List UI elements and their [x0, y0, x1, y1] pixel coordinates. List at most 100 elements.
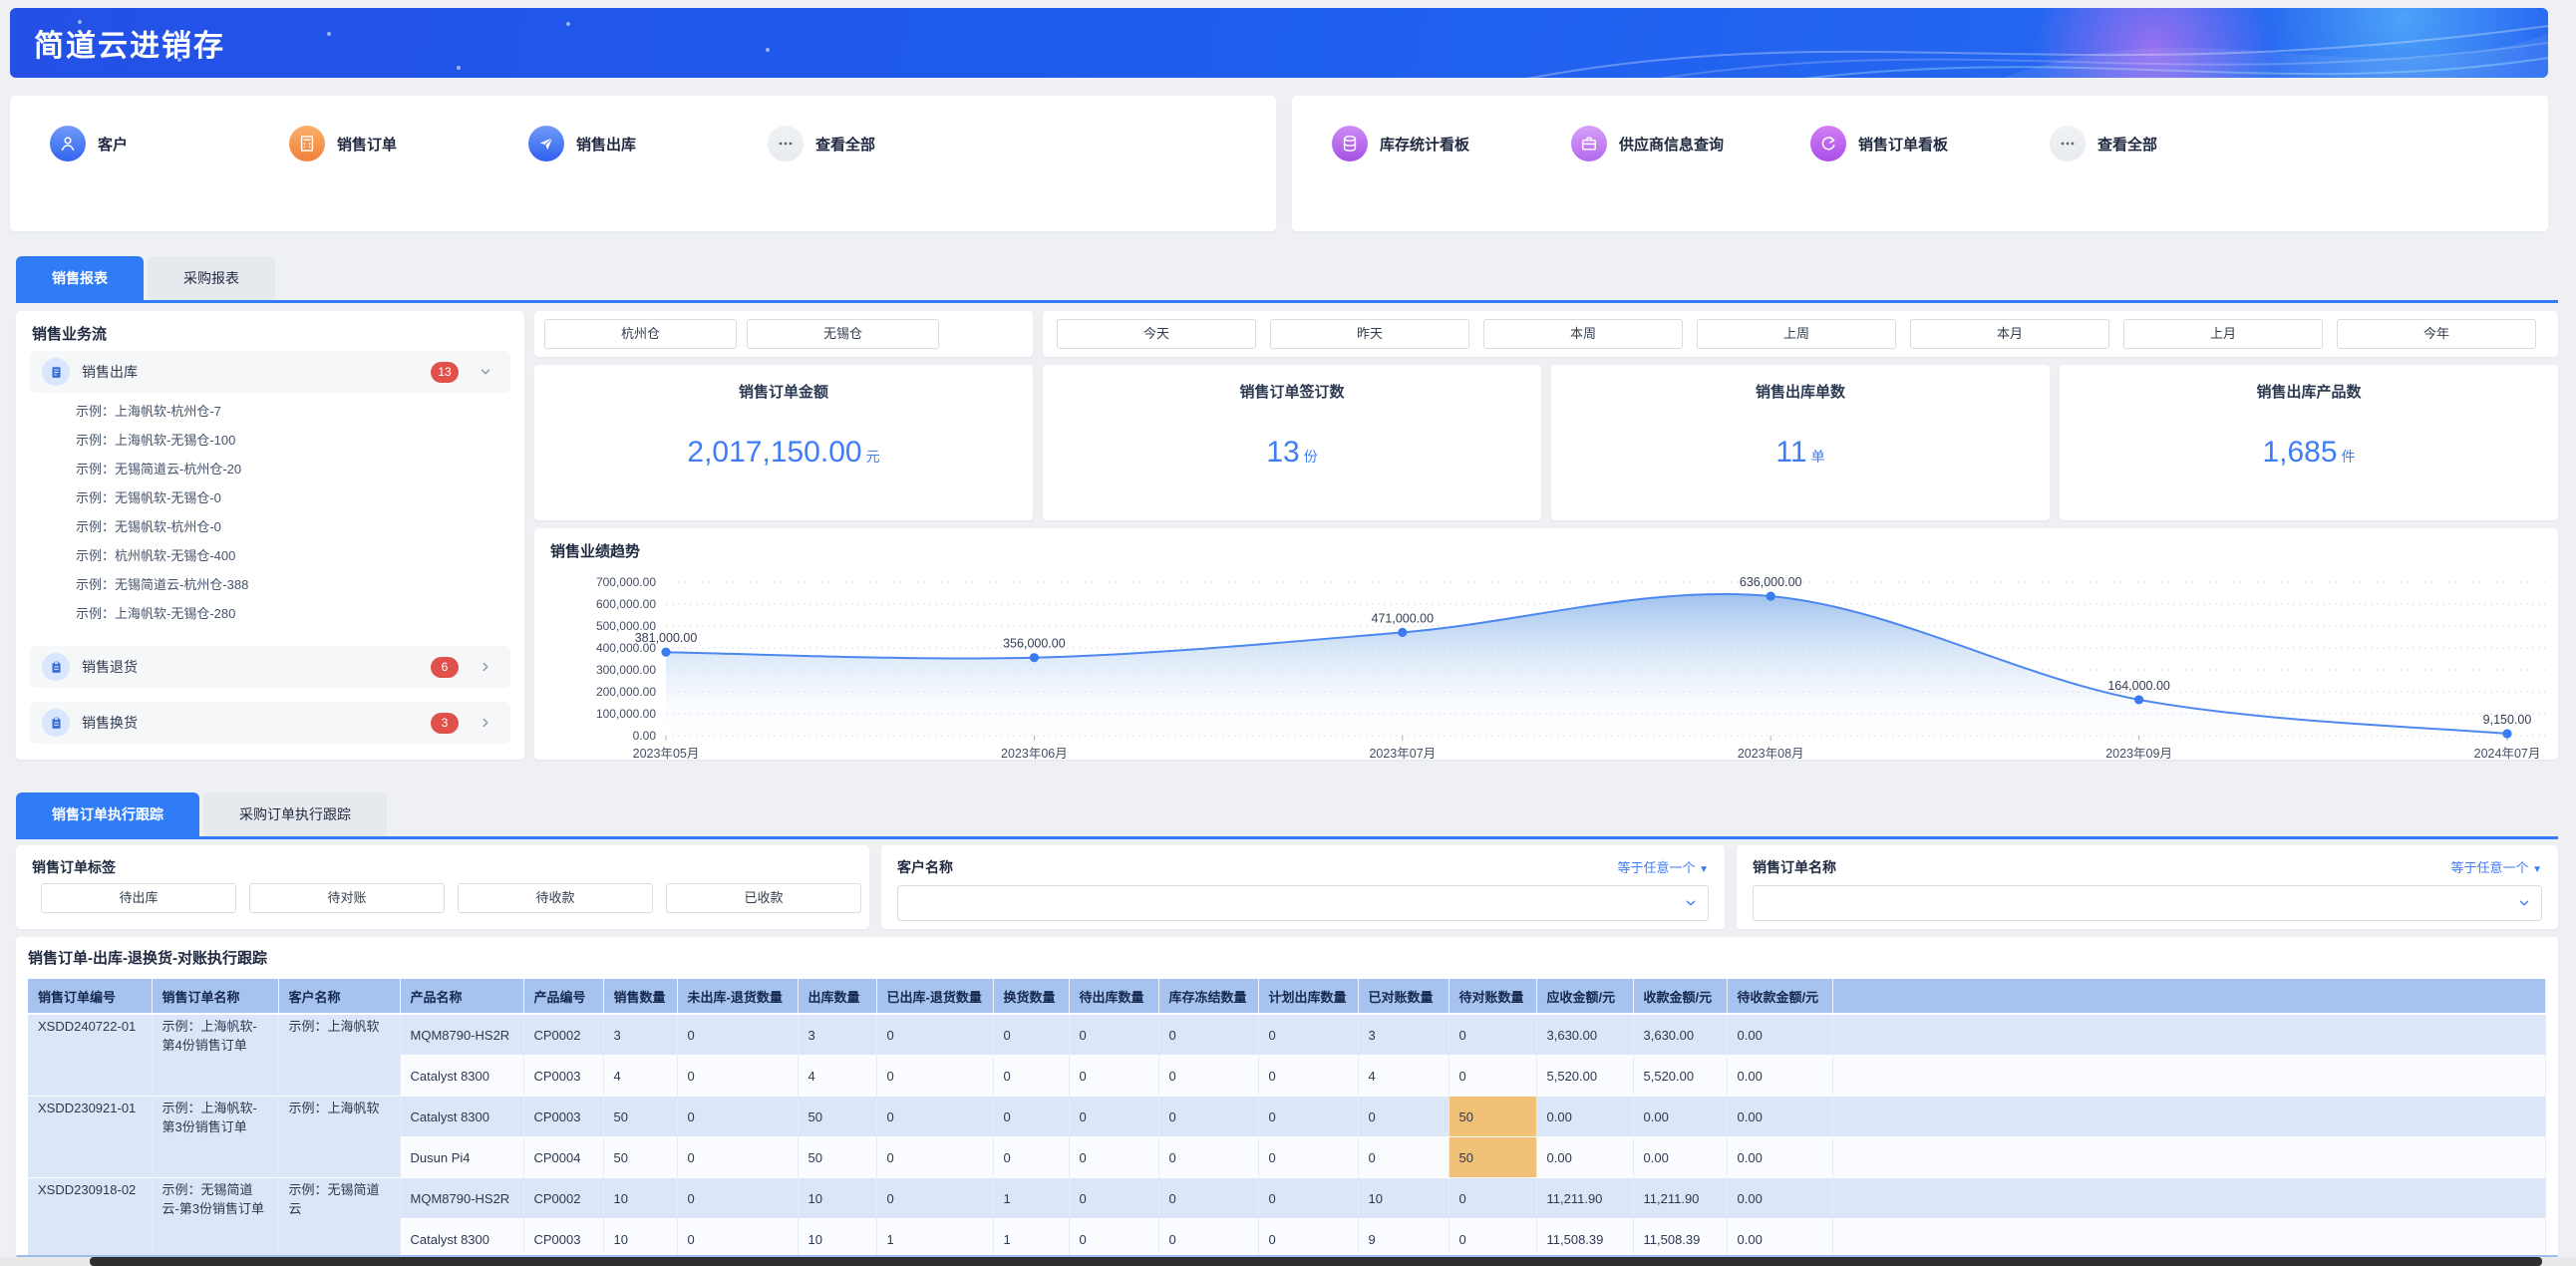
- kpi-label: 销售出库产品数: [2060, 381, 2558, 402]
- flow-group-label: 销售退货: [82, 657, 138, 677]
- flow-group-label: 销售换货: [82, 713, 138, 733]
- quick-link-1[interactable]: 库存统计看板: [1332, 126, 1571, 161]
- value-cell: 0: [1158, 1014, 1258, 1056]
- filter-button-本月[interactable]: 本月: [1910, 319, 2109, 349]
- value-cell: 11,508.39: [1633, 1219, 1727, 1259]
- filter-button-昨天[interactable]: 昨天: [1270, 319, 1469, 349]
- filter-button-待对账[interactable]: 待对账: [249, 883, 445, 913]
- value-cell: 10: [798, 1219, 876, 1259]
- filter-button-已收款[interactable]: 已收款: [666, 883, 861, 913]
- svg-text:200,000.00: 200,000.00: [596, 685, 656, 699]
- quick-link-2[interactable]: 销售订单: [289, 126, 528, 161]
- flow-sub-item[interactable]: 示例：上海帆软-杭州仓-7: [76, 397, 221, 426]
- horizontal-scrollbar-track[interactable]: [0, 1257, 2576, 1266]
- filter-button-今天[interactable]: 今天: [1057, 319, 1256, 349]
- svg-text:2023年05月: 2023年05月: [633, 747, 700, 760]
- report-tabbar: 销售报表采购报表: [16, 256, 279, 300]
- chevron-down-icon[interactable]: [479, 365, 492, 379]
- value-cell: 50: [1449, 1137, 1536, 1178]
- svg-text:9,150.00: 9,150.00: [2483, 713, 2532, 727]
- customer-name-cell: 示例：上海帆软: [278, 1097, 400, 1178]
- value-cell: 0: [1258, 1219, 1358, 1259]
- business-flow-title: 销售业务流: [32, 323, 107, 344]
- value-cell: 0: [1069, 1219, 1158, 1259]
- quick-link-3[interactable]: 销售出库: [528, 126, 768, 161]
- quick-link-2[interactable]: 供应商信息查询: [1571, 126, 1810, 161]
- value-cell: 0: [1258, 1178, 1358, 1219]
- product-code-cell: CP0002: [523, 1014, 603, 1056]
- order-name-operator-link[interactable]: 等于任意一个 ▼: [2450, 857, 2542, 876]
- flow-sub-item[interactable]: 示例：上海帆软-无锡仓-280: [76, 599, 235, 628]
- app-title: 简道云进销存: [34, 21, 225, 65]
- quick-links-right-card: 库存统计看板供应商信息查询销售订单看板查看全部: [1292, 96, 2548, 231]
- flow-group-销售换货[interactable]: 销售换货3: [30, 702, 510, 744]
- kanban-back-icon: [1810, 126, 1846, 161]
- flow-group-销售退货[interactable]: 销售退货 6: [30, 646, 510, 688]
- kpi-unit: 单: [1811, 449, 1825, 465]
- clipboard-icon: [42, 709, 70, 737]
- col-header: 应收金额/元: [1536, 979, 1633, 1014]
- filter-button-待出库[interactable]: 待出库: [41, 883, 236, 913]
- filter-button-今年[interactable]: 今年: [2337, 319, 2536, 349]
- horizontal-scrollbar-thumb[interactable]: [90, 1257, 2542, 1266]
- tab-采购报表[interactable]: 采购报表: [148, 256, 275, 300]
- order-name-cell: 示例：上海帆软-第3份销售订单: [152, 1097, 278, 1178]
- filler-cell: [1832, 1219, 2546, 1259]
- filter-button-上周[interactable]: 上周: [1697, 319, 1896, 349]
- value-cell: 10: [1358, 1178, 1449, 1219]
- count-badge: 6: [431, 657, 459, 678]
- quick-link-4[interactable]: 查看全部: [2050, 126, 2289, 161]
- kpi-card-4: 销售出库产品数 1,685件: [2060, 365, 2558, 520]
- order-name-select[interactable]: [1753, 885, 2542, 921]
- filter-button-本周[interactable]: 本周: [1483, 319, 1683, 349]
- tab-销售报表[interactable]: 销售报表: [16, 256, 144, 300]
- flow-sub-item[interactable]: 示例：无锡简道云-杭州仓-20: [76, 455, 241, 483]
- value-cell: 0: [876, 1137, 993, 1178]
- customer-select[interactable]: [897, 885, 1709, 921]
- tab-销售订单执行跟踪[interactable]: 销售订单执行跟踪: [16, 792, 199, 836]
- tab-采购订单执行跟踪[interactable]: 采购订单执行跟踪: [203, 792, 387, 836]
- customer-operator-link[interactable]: 等于任意一个 ▼: [1617, 857, 1709, 876]
- quick-link-3[interactable]: 销售订单看板: [1810, 126, 2050, 161]
- flow-sub-item[interactable]: 示例：上海帆软-无锡仓-100: [76, 426, 235, 455]
- sales-trend-chart-card: 销售业绩趋势 0.00100,000.00200,000.00300,000.0…: [534, 528, 2558, 760]
- kpi-unit: 元: [866, 449, 880, 465]
- value-cell: 3: [1358, 1014, 1449, 1056]
- quick-link-4[interactable]: 查看全部: [768, 126, 1007, 161]
- quick-link-label: 销售订单: [337, 134, 397, 155]
- date-filter-strip: 今天昨天本周上周本月上月今年: [1043, 311, 2558, 357]
- chart-title: 销售业绩趋势: [550, 540, 640, 561]
- value-cell: 0: [677, 1137, 798, 1178]
- quick-link-1[interactable]: 客户: [50, 126, 289, 161]
- kpi-value: 1,685件: [2060, 436, 2558, 470]
- chevron-right-icon[interactable]: [479, 660, 492, 674]
- flow-group-销售出库[interactable]: 销售出库13: [30, 351, 510, 393]
- value-cell: 0: [1158, 1219, 1258, 1259]
- flow-sub-item[interactable]: 示例：无锡帆软-杭州仓-0: [76, 512, 221, 541]
- col-header-filler: [1832, 979, 2546, 1014]
- kpi-unit: 件: [2342, 449, 2356, 465]
- value-cell: 50: [1449, 1097, 1536, 1137]
- col-header: 销售订单名称: [152, 979, 278, 1014]
- flow-sub-item[interactable]: 示例：杭州帆软-无锡仓-400: [76, 541, 235, 570]
- value-cell: 0: [993, 1014, 1069, 1056]
- filter-button-上月[interactable]: 上月: [2123, 319, 2323, 349]
- filler-cell: [1832, 1178, 2546, 1219]
- col-header: 待收款金额/元: [1727, 979, 1832, 1014]
- value-cell: 0: [677, 1014, 798, 1056]
- filter-button-杭州仓[interactable]: 杭州仓: [544, 319, 737, 349]
- flow-sub-item[interactable]: 示例：无锡简道云-杭州仓-388: [76, 570, 248, 599]
- filter-button-待收款[interactable]: 待收款: [458, 883, 653, 913]
- filler-cell: [1832, 1137, 2546, 1178]
- flow-sub-item[interactable]: 示例：无锡帆软-无锡仓-0: [76, 483, 221, 512]
- value-cell: 0: [993, 1137, 1069, 1178]
- filter-button-无锡仓[interactable]: 无锡仓: [747, 319, 939, 349]
- value-cell: 50: [798, 1097, 876, 1137]
- value-cell: 3,630.00: [1633, 1014, 1727, 1056]
- svg-text:164,000.00: 164,000.00: [2107, 679, 2170, 693]
- col-header: 产品名称: [400, 979, 523, 1014]
- chevron-right-icon[interactable]: [479, 716, 492, 730]
- value-cell: 50: [603, 1097, 677, 1137]
- ellipsis-icon: [2050, 126, 2086, 161]
- svg-text:2023年08月: 2023年08月: [1738, 747, 1804, 760]
